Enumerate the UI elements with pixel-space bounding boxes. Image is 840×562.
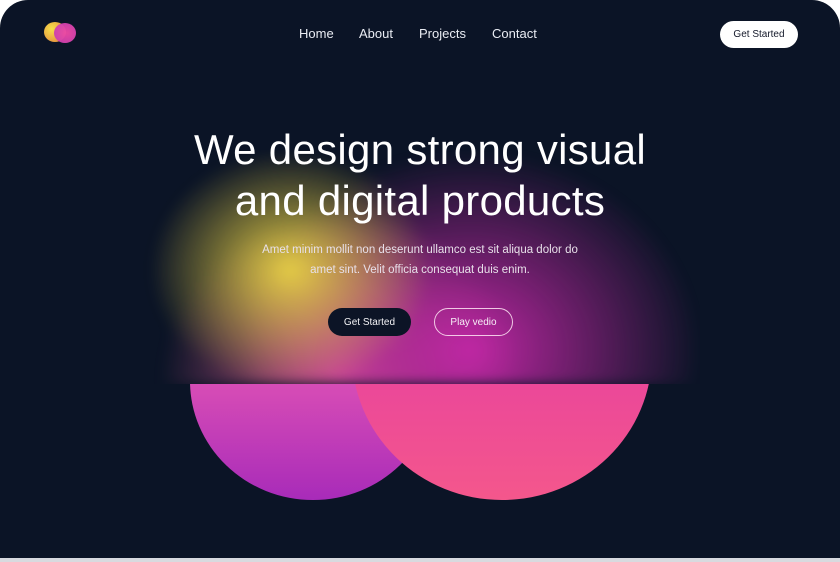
header-get-started-button[interactable]: Get Started xyxy=(720,21,798,48)
hero-get-started-button[interactable]: Get Started xyxy=(328,308,411,336)
hero-headline: We design strong visual and digital prod… xyxy=(0,124,840,226)
hero-headline-line1: We design strong visual xyxy=(193,126,647,173)
hero-subtext-line2: amet sint. Velit officia consequat duis … xyxy=(310,264,530,276)
hero-subtext-line1: Amet minim mollit non deserunt ullamco e… xyxy=(262,244,578,256)
logo-icon[interactable] xyxy=(44,20,78,44)
play-video-button[interactable]: Play vedio xyxy=(434,308,513,336)
hero-headline-line2: and digital products xyxy=(234,177,606,224)
bottom-edge xyxy=(0,558,840,562)
nav-link-about[interactable]: About xyxy=(359,26,393,41)
nav-link-contact[interactable]: Contact xyxy=(492,26,537,41)
nav-link-home[interactable]: Home xyxy=(299,26,334,41)
logo-blob-pink xyxy=(54,23,76,43)
nav-link-projects[interactable]: Projects xyxy=(419,26,466,41)
landing-page: Home About Projects Contact Get Started … xyxy=(0,0,840,558)
hero-subtext: Amet minim mollit non deserunt ullamco e… xyxy=(200,240,640,280)
